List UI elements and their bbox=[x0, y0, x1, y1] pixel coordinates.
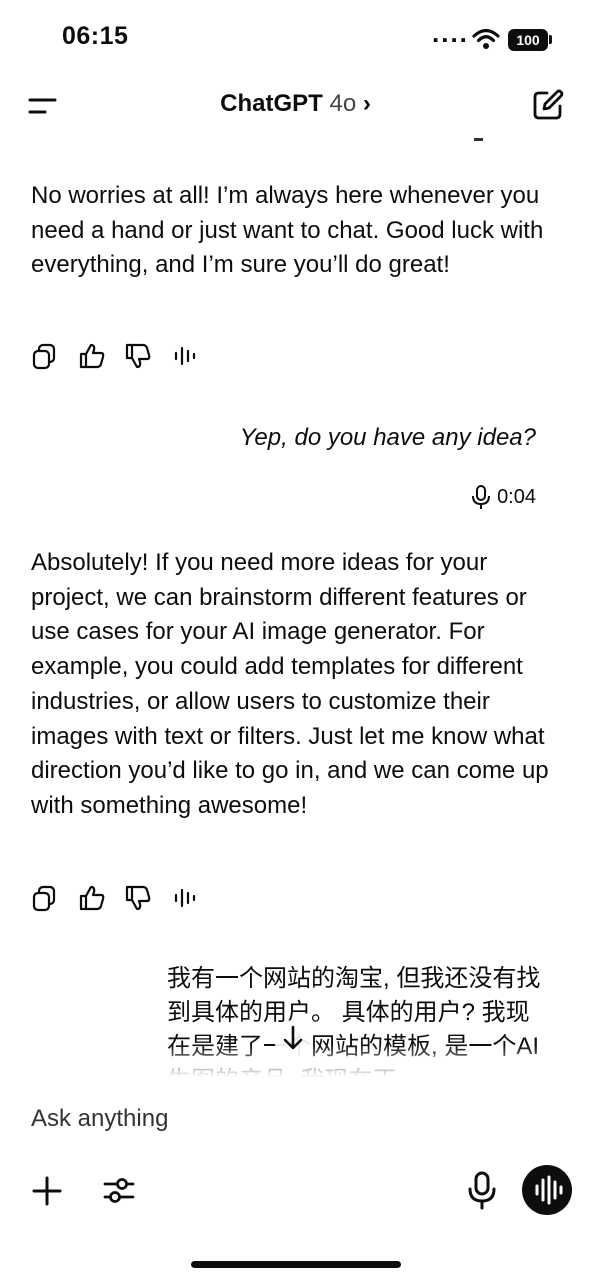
home-indicator bbox=[191, 1261, 401, 1268]
thumbs-up-icon[interactable] bbox=[78, 342, 106, 370]
status-time: 06:15 bbox=[62, 22, 129, 50]
thumbs-down-icon[interactable] bbox=[124, 342, 152, 370]
copy-icon[interactable] bbox=[31, 884, 57, 912]
thumbs-up-icon[interactable] bbox=[78, 884, 106, 912]
voice-duration[interactable]: 0:04 bbox=[471, 484, 536, 510]
scroll-artifact bbox=[474, 138, 483, 141]
assistant-message: No worries at all! I’m always here whene… bbox=[31, 182, 544, 279]
copy-icon[interactable] bbox=[31, 342, 57, 370]
app-title: ChatGPT bbox=[220, 90, 323, 117]
battery-tip bbox=[549, 35, 552, 44]
mic-icon bbox=[472, 485, 491, 509]
scroll-down-icon bbox=[283, 1025, 303, 1050]
voice-mode-button[interactable] bbox=[522, 1165, 572, 1215]
mic-icon[interactable] bbox=[465, 1170, 499, 1210]
new-chat-icon[interactable] bbox=[531, 88, 565, 122]
signal-indicator: .... bbox=[432, 18, 469, 48]
message-actions bbox=[31, 342, 211, 372]
model-name: 4o bbox=[329, 90, 357, 117]
thumbs-down-icon[interactable] bbox=[124, 884, 152, 912]
plus-icon[interactable] bbox=[31, 1175, 63, 1207]
tools-icon[interactable] bbox=[102, 1173, 136, 1207]
scroll-to-bottom-button[interactable] bbox=[274, 1020, 312, 1058]
read-aloud-icon[interactable] bbox=[173, 342, 197, 370]
voice-duration-text: 0:04 bbox=[497, 485, 536, 508]
voice-mode-icon bbox=[535, 1175, 563, 1205]
wifi-icon bbox=[472, 28, 500, 49]
composer-input[interactable]: Ask anything bbox=[31, 1105, 168, 1133]
chevron-right-icon: › bbox=[362, 90, 371, 117]
battery-indicator: 100 bbox=[508, 29, 548, 51]
model-selector[interactable]: ChatGPT 4o › bbox=[0, 90, 591, 118]
read-aloud-icon[interactable] bbox=[173, 884, 197, 912]
assistant-message: Absolutely! If you need more ideas for y… bbox=[31, 549, 549, 819]
user-message: Yep, do you have any idea? bbox=[239, 424, 536, 451]
message-actions bbox=[31, 884, 211, 914]
